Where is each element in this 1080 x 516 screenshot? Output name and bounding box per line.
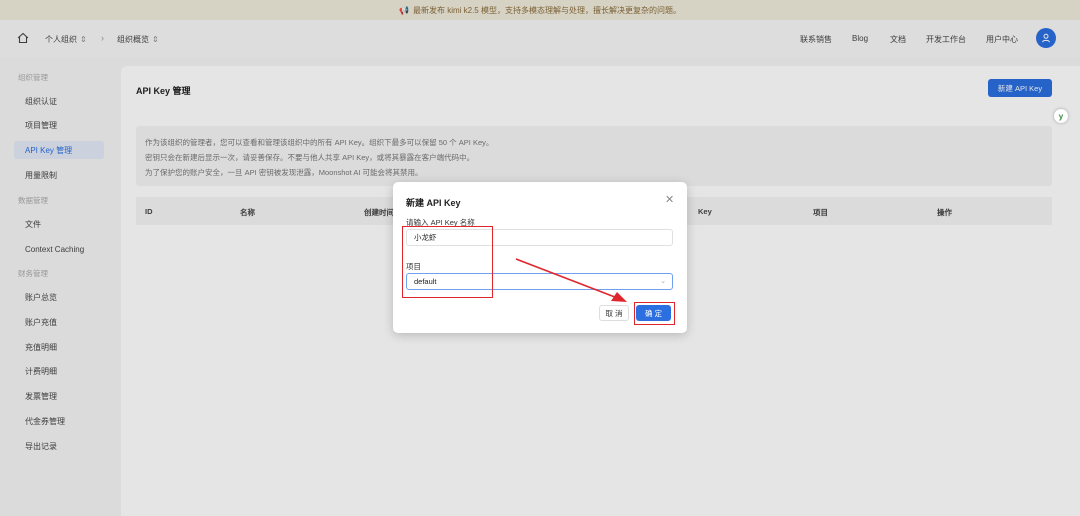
assistant-badge[interactable]: y [1054,109,1068,123]
cancel-button[interactable]: 取 消 [599,305,629,321]
highlight-box-confirm [634,302,675,325]
highlight-box-fields [402,226,493,298]
chevron-down-icon: ⌄ [660,278,666,285]
close-icon[interactable]: ✕ [665,193,674,206]
dialog-title: 新建 API Key [406,198,461,208]
